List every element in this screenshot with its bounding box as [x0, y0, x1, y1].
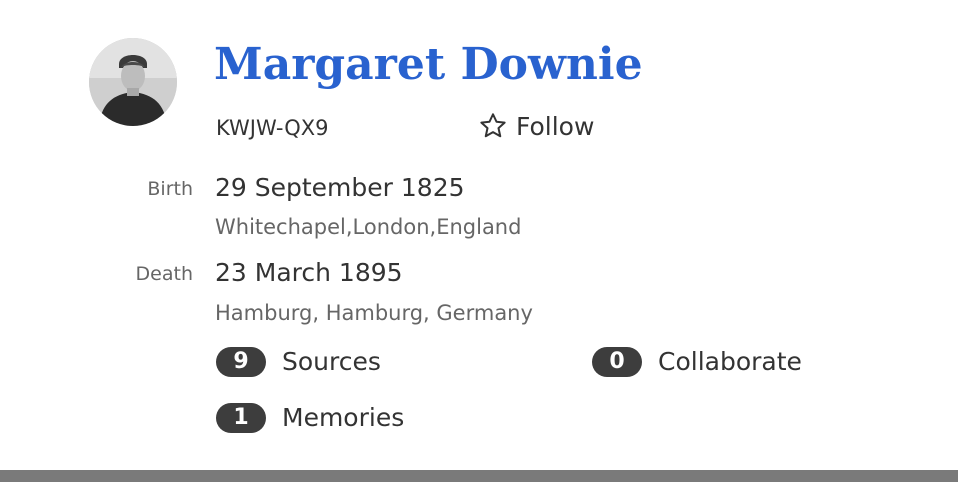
birth-date: 29 September 1825 — [215, 173, 465, 202]
death-label: Death — [135, 263, 193, 285]
death-date: 23 March 1895 — [215, 258, 403, 287]
follow-button[interactable]: Follow — [478, 110, 594, 142]
bottom-divider-bar — [0, 470, 958, 482]
death-place: Hamburg, Hamburg, Germany — [215, 301, 533, 325]
star-outline-icon — [478, 111, 508, 141]
person-id: KWJW-QX9 — [216, 116, 329, 140]
portrait-photo — [89, 38, 177, 126]
person-summary-card: Margaret Downie KWJW-QX9 Follow Birth 29… — [0, 0, 958, 470]
collaborate-label: Collaborate — [658, 347, 802, 376]
sources-label: Sources — [282, 347, 381, 376]
sources-count-badge: 9 — [216, 347, 266, 377]
memories-label: Memories — [282, 403, 405, 432]
memories-link[interactable]: 1 Memories — [216, 402, 404, 434]
sources-link[interactable]: 9 Sources — [216, 346, 381, 378]
collaborate-link[interactable]: 0 Collaborate — [592, 346, 802, 378]
birth-place: Whitechapel,London,England — [215, 215, 522, 239]
person-name-link[interactable]: Margaret Downie — [214, 34, 643, 96]
collaborate-count-badge: 0 — [592, 347, 642, 377]
memories-count-badge: 1 — [216, 403, 266, 433]
birth-label: Birth — [147, 178, 193, 200]
follow-label: Follow — [516, 111, 595, 141]
person-portrait-avatar[interactable] — [89, 38, 177, 126]
